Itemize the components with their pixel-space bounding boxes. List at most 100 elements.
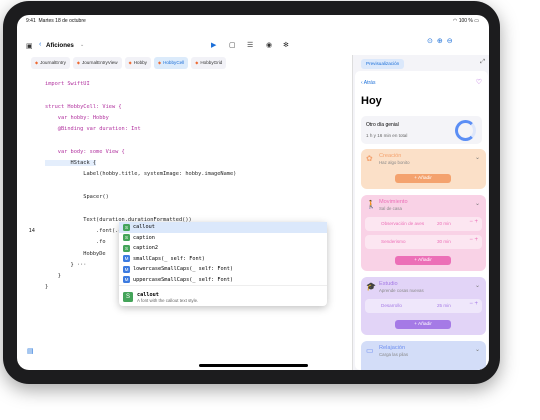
autocomplete-item[interactable]: Scaption2 — [119, 243, 327, 254]
back-button[interactable]: ‹ Atrás — [361, 80, 375, 86]
autocomplete-label: smallCaps(_ self: Font) — [133, 255, 205, 262]
autocomplete-item[interactable]: Scaption — [119, 233, 327, 244]
struct-icon: S — [123, 292, 133, 302]
tab-label: Hobby — [133, 60, 147, 65]
status-time: 9:41 — [26, 18, 36, 24]
top-right-icons[interactable]: ⊙⊕⊖ — [427, 37, 457, 45]
activity-label: Senderismo — [381, 239, 406, 244]
autocomplete-label: callout — [133, 224, 155, 231]
graduation-cap-icon: 🎓 — [366, 282, 376, 291]
detail-description: A font with the callout text style. — [137, 297, 199, 303]
code-line: import SwiftUI — [45, 81, 90, 87]
method-icon: M — [123, 255, 130, 263]
record-icon[interactable]: ◉ — [266, 41, 272, 49]
autocomplete-item[interactable]: MuppercaseSmallCaps(_ self: Font) — [119, 275, 327, 286]
preview-panel: Previsualización ⤢ ‹ Atrás ♡ Hoy Otro dí… — [352, 55, 489, 370]
autocomplete-item[interactable]: MsmallCaps(_ self: Font) — [119, 254, 327, 265]
activity-row[interactable]: Observación de aves 20 min − + — [365, 217, 482, 231]
stepper[interactable]: − + — [469, 301, 478, 307]
swift-file-icon: ◆ — [35, 60, 39, 65]
card-title: Creación — [379, 153, 402, 159]
chevron-down-icon[interactable]: ⌄ — [475, 282, 480, 289]
expand-icon[interactable]: ⤢ — [480, 59, 485, 66]
tab-hobby[interactable]: ◆ Hobby — [124, 57, 151, 69]
play-icon[interactable]: ▶ — [211, 41, 216, 49]
stop-icon[interactable]: ▢ — [229, 41, 236, 49]
tab-journalentryview[interactable]: ◆ JournalEntryView — [72, 57, 122, 69]
card-subtitle: Haz algo bonito — [379, 160, 410, 165]
code-line: @Binding var duration: Int — [45, 126, 141, 133]
line-number: 14 — [28, 227, 35, 234]
struct-icon: S — [123, 244, 130, 252]
preview-button[interactable]: Previsualización — [361, 59, 405, 69]
code-line: struct HobbyCell: View { — [45, 103, 122, 110]
home-indicator — [199, 364, 308, 367]
stepper[interactable]: − + — [469, 237, 478, 243]
method-icon: M — [123, 276, 130, 284]
code-line: HobbyDe — [45, 250, 106, 257]
card-title: Estudio — [379, 281, 398, 287]
code-line: } — [45, 284, 49, 291]
tab-hobbygrid[interactable]: ◆ HobbyGrid — [191, 57, 227, 69]
code-line: } ··· — [45, 261, 87, 268]
code-line: .fo — [45, 239, 106, 246]
project-title[interactable]: Aficiones — [46, 42, 74, 49]
settings-icon[interactable]: ☰ — [247, 41, 253, 49]
hobby-card: ✿ Creación Haz algo bonito ⌄ + Añadir — [361, 149, 486, 189]
status-bar: 9:41 Martes 18 de octubre ◠ 100 % ▭ — [17, 15, 489, 29]
progress-ring — [455, 120, 476, 141]
tab-label: JournalEntryView — [81, 60, 118, 65]
tv-icon: ▭ — [366, 346, 374, 355]
back-chevron-icon[interactable]: ‹ — [39, 41, 41, 48]
file-tabs: ◆ JournalEntry ◆ JournalEntryView ◆ Hobby ◆ Hob… — [17, 57, 366, 73]
activity-time: 25 min — [437, 303, 451, 308]
walk-icon: 🚶 — [366, 200, 376, 209]
sidebar-toggle-icon[interactable]: ▣ — [26, 42, 33, 50]
palette-icon: ✿ — [366, 154, 373, 163]
autocomplete-label: lowercaseSmallCaps(_ self: Font) — [133, 266, 233, 273]
battery-percent: 100 % — [458, 18, 473, 24]
tab-journalentry[interactable]: ◆ JournalEntry — [31, 57, 70, 69]
swift-file-icon: ◆ — [195, 60, 199, 65]
code-line: Spacer() — [45, 194, 109, 200]
add-button[interactable]: + Añadir — [395, 320, 451, 329]
chevron-down-icon[interactable]: ⌄ — [80, 42, 84, 48]
card-subtitle: Aprende cosas nuevas — [379, 288, 424, 293]
heart-icon[interactable]: ♡ — [476, 78, 482, 86]
tab-label: HobbyCell — [163, 60, 185, 65]
code-line: var hobby: Hobby — [45, 114, 109, 121]
hobby-card: ▭RelajaciónCarga las pilas⌄+ Añadir — [361, 341, 486, 370]
stepper[interactable]: − + — [469, 219, 478, 225]
chevron-down-icon[interactable]: ⌄ — [475, 346, 480, 353]
activity-row[interactable]: Senderismo 30 min − + — [365, 235, 482, 249]
bottom-sidebar-icon[interactable]: ▤ — [27, 347, 34, 355]
method-icon: M — [123, 265, 130, 273]
activity-label: Desarrollo — [381, 303, 402, 308]
autocomplete-label: caption — [133, 234, 155, 241]
activity-row[interactable]: Desarrollo 25 min − + — [365, 299, 482, 313]
autocomplete-label: uppercaseSmallCaps(_ self: Font) — [133, 276, 233, 283]
battery-icon: ▭ — [474, 18, 479, 24]
tab-label: JournalEntry — [40, 60, 66, 65]
swift-file-icon: ◆ — [76, 60, 80, 65]
card-title: Movimiento — [379, 199, 408, 205]
tab-label: HobbyGrid — [200, 60, 223, 65]
chevron-down-icon[interactable]: ⌄ — [475, 154, 480, 161]
activity-time: 20 min — [437, 221, 451, 226]
code-line: } — [45, 273, 61, 280]
add-button[interactable]: + Añadir — [395, 256, 451, 265]
add-button[interactable]: + Añadir — [395, 174, 451, 183]
code-line: var body: some View { — [45, 148, 125, 155]
share-icon[interactable]: ✻ — [283, 41, 289, 49]
chevron-down-icon[interactable]: ⌄ — [475, 200, 480, 207]
autocomplete-label: caption2 — [133, 245, 158, 252]
activity-label: Observación de aves — [381, 221, 425, 226]
autocomplete-detail: S callout A font with the callout text s… — [119, 285, 327, 308]
autocomplete-item[interactable]: MlowercaseSmallCaps(_ self: Font) — [119, 264, 327, 275]
summary-card: Otro día genial 1 h y 16 min en total — [361, 116, 482, 144]
struct-icon: S — [123, 223, 130, 231]
tab-hobbycell[interactable]: ◆ HobbyCell — [153, 57, 189, 69]
struct-icon: S — [123, 234, 130, 242]
preview-phone: ‹ Atrás ♡ Hoy Otro día genial 1 h y 16 m… — [355, 71, 488, 370]
autocomplete-item[interactable]: Scallout — [119, 222, 327, 233]
